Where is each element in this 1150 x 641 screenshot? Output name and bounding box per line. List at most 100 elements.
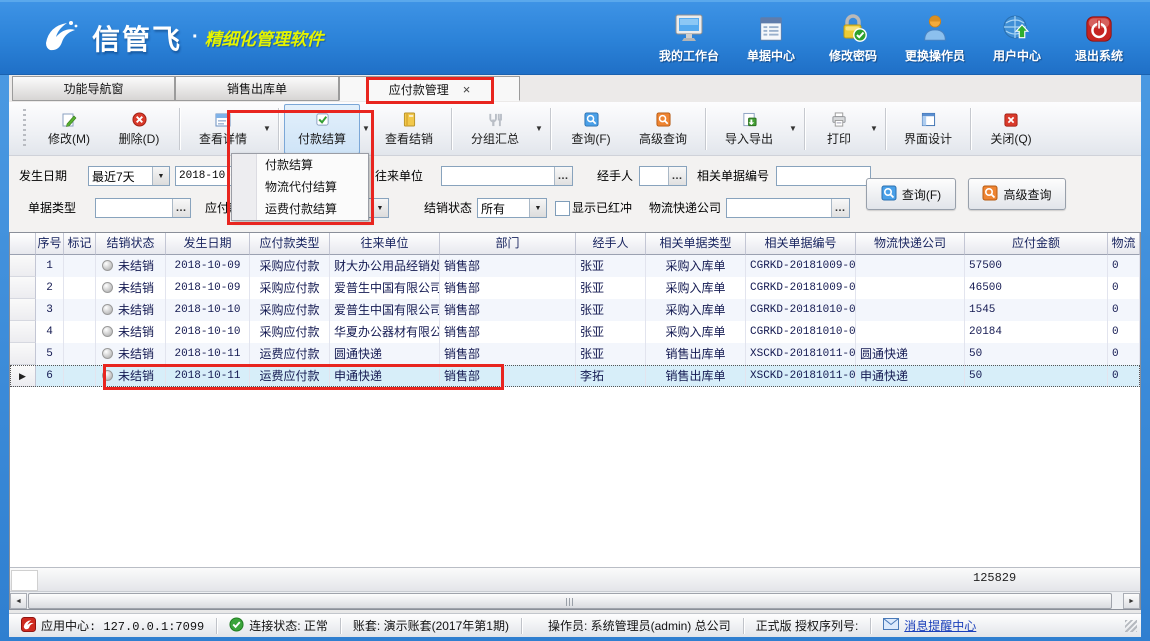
column-header[interactable]: 经手人 <box>576 233 646 255</box>
tab-close-icon[interactable]: × <box>463 77 471 102</box>
row-selector-cell[interactable] <box>10 277 36 299</box>
doc-type-picker-button[interactable]: … <box>172 199 190 217</box>
chevron-down-icon[interactable]: ▼ <box>529 199 546 217</box>
delete-button[interactable]: 删除(D) <box>104 104 174 154</box>
tab-function-nav[interactable]: 功能导航窗 <box>12 76 175 101</box>
view-detail-dropdown-arrow[interactable]: ▼ <box>261 106 273 152</box>
tab-payables-active[interactable]: 应付款管理× <box>339 76 520 101</box>
row-selector-cell[interactable] <box>10 321 36 343</box>
cell-amount: 1545 <box>965 299 1108 321</box>
status-text: 正式版 授权序列号: <box>756 617 859 634</box>
column-header[interactable]: 相关单据类型 <box>646 233 746 255</box>
scroll-left-arrow-icon[interactable]: ◄ <box>10 593 27 609</box>
nav-document-center[interactable]: 单据中心 <box>730 8 812 64</box>
group-summary-button[interactable]: 分组汇总 <box>457 104 533 154</box>
button-label: 查看结销 <box>385 130 433 147</box>
horizontal-scrollbar[interactable]: ◄ ► <box>10 591 1140 609</box>
nav-label: 单据中心 <box>747 47 795 64</box>
menu-item-logistics-agent-settle[interactable]: 物流代付结算 <box>232 176 368 198</box>
doc-type-input[interactable]: … <box>95 198 191 218</box>
column-header[interactable]: 结销状态 <box>96 233 166 255</box>
group-summary-dropdown-arrow[interactable]: ▼ <box>533 106 545 152</box>
status-account-set: 账套: 演示账套(2017年第1期) <box>341 618 521 634</box>
handler-picker-button[interactable]: … <box>668 167 686 185</box>
status-text: 账套: 演示账套(2017年第1期) <box>353 617 509 634</box>
row-selector-cell[interactable] <box>10 343 36 365</box>
button-label: 查看详情 <box>199 130 247 147</box>
message-center-link[interactable]: 消息提醒中心 <box>904 617 976 634</box>
payment-settle-dropdown-arrow[interactable]: ▼ <box>360 106 372 152</box>
scroll-right-arrow-icon[interactable]: ► <box>1123 593 1140 609</box>
column-header[interactable]: 应付金额 <box>965 233 1108 255</box>
modify-button[interactable]: 修改(M) <box>34 104 104 154</box>
table-row[interactable]: 3未结销2018-10-10采购应付款爱普生中国有限公司销售部张亚采购入库单CG… <box>10 299 1140 321</box>
brand-separator: · <box>192 26 199 49</box>
view-settled-button[interactable]: 查看结销 <box>372 104 446 154</box>
tab-sales-outbound[interactable]: 销售出库单 <box>175 76 339 101</box>
nav-switch-operator[interactable]: 更换操作员 <box>894 8 976 64</box>
scrollbar-thumb[interactable] <box>28 593 1112 609</box>
query-filter-button[interactable]: 查询(F) <box>866 178 956 210</box>
cell-unit: 爱普生中国有限公司 <box>330 299 440 321</box>
unit-input[interactable]: … <box>441 166 573 186</box>
brand: 信管飞 · 精细化管理软件 <box>38 16 324 59</box>
logistics-company-input[interactable]: … <box>726 198 850 218</box>
import-export-button[interactable]: 导入导出 <box>711 104 787 154</box>
table-row[interactable]: 4未结销2018-10-10采购应付款华夏办公器材有限公司销售部张亚采购入库单C… <box>10 321 1140 343</box>
ui-design-button[interactable]: 界面设计 <box>891 104 965 154</box>
row-selector-header[interactable] <box>10 233 36 255</box>
print-button[interactable]: 打印 <box>810 104 868 154</box>
column-header[interactable]: 物流 <box>1108 233 1140 255</box>
menu-item-freight-payment-settle[interactable]: 运费付款结算 <box>232 198 368 220</box>
query-button[interactable]: 查询(F) <box>556 104 626 154</box>
menu-item-payment-settle[interactable]: 付款结算 <box>232 154 368 176</box>
close-button[interactable]: 关闭(Q) <box>976 104 1046 154</box>
button-label: 关闭(Q) <box>990 130 1031 147</box>
column-header[interactable]: 序号 <box>36 233 64 255</box>
table-row[interactable]: ▶6未结销2018-10-11运费应付款申通快递销售部李拓销售出库单XSCKD-… <box>10 365 1140 387</box>
table-row[interactable]: 2未结销2018-10-09采购应付款爱普生中国有限公司销售部张亚采购入库单CG… <box>10 277 1140 299</box>
cell-unit: 申通快递 <box>330 365 440 387</box>
nav-label: 用户中心 <box>993 47 1041 64</box>
row-selector-cell[interactable] <box>10 255 36 277</box>
show-red-flush-checkbox[interactable] <box>555 201 570 216</box>
button-label: 高级查询 <box>639 130 687 147</box>
chevron-down-icon[interactable]: ▼ <box>371 199 388 217</box>
column-header[interactable]: 往来单位 <box>330 233 440 255</box>
column-header[interactable]: 标记 <box>64 233 96 255</box>
date-range-combo[interactable]: 最近7天 ▼ <box>88 166 170 186</box>
cell-type: 采购应付款 <box>250 299 330 321</box>
print-dropdown-arrow[interactable]: ▼ <box>868 106 880 152</box>
cell-dept: 销售部 <box>440 321 576 343</box>
unit-picker-button[interactable]: … <box>554 167 572 185</box>
status-connection: 连接状态: 正常 <box>217 618 340 634</box>
detail-form-icon <box>215 111 231 129</box>
table-row[interactable]: 1未结销2018-10-09采购应付款财大办公用品经销处销售部张亚采购入库单CG… <box>10 255 1140 277</box>
column-header[interactable]: 相关单据编号 <box>746 233 856 255</box>
column-header[interactable]: 部门 <box>440 233 576 255</box>
view-detail-button[interactable]: 查看详情 <box>185 104 261 154</box>
payment-settle-button[interactable]: 付款结算 <box>284 104 360 154</box>
column-header[interactable]: 发生日期 <box>166 233 250 255</box>
cell-status: 未结销 <box>96 321 166 343</box>
current-row-marker-icon[interactable]: ▶ <box>10 365 36 387</box>
advanced-query-filter-button[interactable]: 高级查询 <box>968 178 1066 210</box>
nav-user-center[interactable]: 用户中心 <box>976 8 1058 64</box>
nav-exit-system[interactable]: 退出系统 <box>1058 8 1140 64</box>
logistics-picker-button[interactable]: … <box>831 199 849 217</box>
settle-status-combo[interactable]: 所有 ▼ <box>477 198 547 218</box>
advanced-query-button[interactable]: 高级查询 <box>626 104 700 154</box>
column-header[interactable]: 物流快递公司 <box>856 233 965 255</box>
cell-logistics <box>856 277 965 299</box>
row-selector-cell[interactable] <box>10 299 36 321</box>
status-message-center[interactable]: 消息提醒中心 <box>871 618 988 634</box>
chevron-down-icon[interactable]: ▼ <box>152 167 169 185</box>
nav-change-password[interactable]: 修改密码 <box>812 8 894 64</box>
rel-no-input[interactable] <box>776 166 871 186</box>
table-row[interactable]: 5未结销2018-10-11运费应付款圆通快递销售部张亚销售出库单XSCKD-2… <box>10 343 1140 365</box>
import-export-dropdown-arrow[interactable]: ▼ <box>787 106 799 152</box>
column-header[interactable]: 应付款类型 <box>250 233 330 255</box>
handler-input[interactable]: … <box>639 166 687 186</box>
nav-my-workbench[interactable]: 我的工作台 <box>648 8 730 64</box>
cell-logistics <box>856 255 965 277</box>
